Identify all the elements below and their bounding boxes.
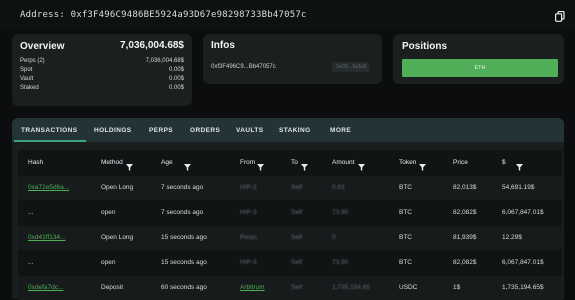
tx-hash-link[interactable]: 0xd41ff134...	[28, 234, 65, 241]
tx-method: Open Long	[101, 234, 134, 241]
table-row	[18, 276, 562, 300]
tx-age: 60 seconds ago	[161, 284, 207, 291]
filter-icon[interactable]	[257, 158, 264, 171]
col-header-usd: $	[502, 159, 506, 166]
table-row	[18, 176, 562, 200]
tx-from[interactable]: HIP-3	[240, 184, 257, 191]
overview-row-value: 7,036,004.68$	[145, 58, 184, 64]
tab-orders[interactable]: ORDERS	[190, 127, 220, 134]
tx-price: 82,082$	[453, 259, 477, 266]
tab-more[interactable]: MORE	[330, 127, 351, 134]
tx-age: 15 seconds ago	[161, 234, 207, 241]
col-header-to: To	[291, 159, 298, 166]
tx-usd: 12.29$	[502, 234, 522, 241]
tx-price: 81,939$	[453, 234, 477, 241]
col-header-hash: Hash	[28, 159, 44, 166]
tx-to[interactable]: Self	[291, 284, 302, 291]
tx-method: open	[101, 259, 116, 266]
tx-age: 7 seconds ago	[161, 209, 204, 216]
overview-row-value: 0.00$	[168, 67, 184, 73]
tx-amount: 0.63	[332, 184, 345, 191]
col-header-age: Age	[161, 159, 173, 166]
tx-amount: 0	[332, 234, 336, 241]
filter-icon[interactable]	[419, 158, 426, 171]
tx-token: USDC	[399, 284, 418, 291]
tx-method: open	[101, 209, 116, 216]
tx-token: BTC	[399, 209, 412, 216]
filter-icon[interactable]	[126, 158, 133, 171]
col-header-from: From	[240, 159, 256, 166]
tx-hash-link[interactable]: ...	[28, 259, 33, 266]
active-tab-indicator	[14, 140, 86, 142]
tx-price: 82,082$	[453, 209, 477, 216]
tx-method: Open Long	[101, 184, 134, 191]
tx-usd: 6,067,847.01$	[502, 209, 544, 216]
tab-staking[interactable]: STAKING	[279, 127, 311, 134]
tx-price: 1$	[453, 284, 461, 291]
tx-token: BTC	[399, 259, 412, 266]
address-line: Address: 0xf3F496C9486BE5924a93D67e98298…	[20, 10, 307, 20]
tx-token: BTC	[399, 184, 412, 191]
tx-to[interactable]: Self	[291, 184, 302, 191]
infos-title: Infos	[211, 40, 235, 51]
filter-icon[interactable]	[301, 158, 308, 171]
tx-amount: 73.90	[332, 209, 349, 216]
tx-amount: 1,735,194.65	[332, 284, 370, 291]
overview-total: 7,036,004.68$	[120, 40, 184, 51]
tx-hash-link[interactable]: 0xa72e5d6a...	[28, 184, 69, 191]
col-header-token: Token	[399, 159, 417, 166]
overview-row-label: Spot	[20, 67, 33, 73]
address-value[interactable]: 0xf3F496C9486BE5924a93D67e98298733Bb4705…	[71, 10, 307, 20]
infos-chip[interactable]: 0x00...fa3a9	[332, 62, 371, 72]
infos-address[interactable]: 0xf3F496C9...Bb47057c	[211, 64, 276, 70]
overview-row-value: 0.00$	[168, 85, 184, 91]
filter-icon[interactable]	[184, 158, 191, 171]
tx-to[interactable]: Self	[291, 209, 302, 216]
overview-row-label: Staked	[20, 85, 39, 91]
overview-title: Overview	[20, 41, 65, 52]
tx-age: 7 seconds ago	[161, 184, 204, 191]
tx-method: Deposit	[101, 284, 124, 291]
filter-icon[interactable]	[516, 158, 523, 171]
tab-perps[interactable]: PERPS	[149, 127, 173, 134]
col-header-method: Method	[101, 159, 123, 166]
tx-to[interactable]: Self	[291, 259, 302, 266]
tx-usd: 1,735,194.65$	[502, 284, 544, 291]
col-header-amount: Amount	[332, 159, 355, 166]
table-row	[18, 226, 562, 250]
tx-usd: 6,067,847.01$	[502, 259, 544, 266]
tab-holdings[interactable]: HOLDINGS	[94, 127, 132, 134]
overview-row-label: Vault	[20, 76, 34, 82]
col-header-price: Price	[453, 159, 468, 166]
tx-from[interactable]: Perps	[240, 234, 257, 241]
overview-row-label[interactable]: Perps (2)	[20, 58, 45, 64]
tx-from[interactable]: Arbitrum	[240, 284, 265, 291]
tx-from[interactable]: HIP-3	[240, 209, 257, 216]
filter-icon[interactable]	[358, 158, 365, 171]
tx-to[interactable]: Self	[291, 234, 302, 241]
positions-bar-eth[interactable]: ETH	[402, 59, 558, 77]
tab-transactions[interactable]: TRANSACTIONS	[21, 127, 77, 134]
tx-price: 82,013$	[453, 184, 477, 191]
tx-hash-link[interactable]: ...	[28, 209, 33, 216]
positions-title: Positions	[402, 41, 448, 52]
copy-icon[interactable]	[555, 9, 565, 22]
tab-vaults[interactable]: VAULTS	[236, 127, 263, 134]
address-label: Address:	[20, 10, 65, 20]
tx-amount: 73.90	[332, 259, 349, 266]
tx-token: BTC	[399, 234, 412, 241]
tx-age: 15 seconds ago	[161, 259, 207, 266]
tx-hash-link[interactable]: 0xdefa7dc...	[28, 284, 63, 291]
tx-from[interactable]: HIP-3	[240, 259, 257, 266]
tx-usd: 54,691.19$	[502, 184, 535, 191]
overview-row-value: 0.00$	[168, 76, 184, 82]
